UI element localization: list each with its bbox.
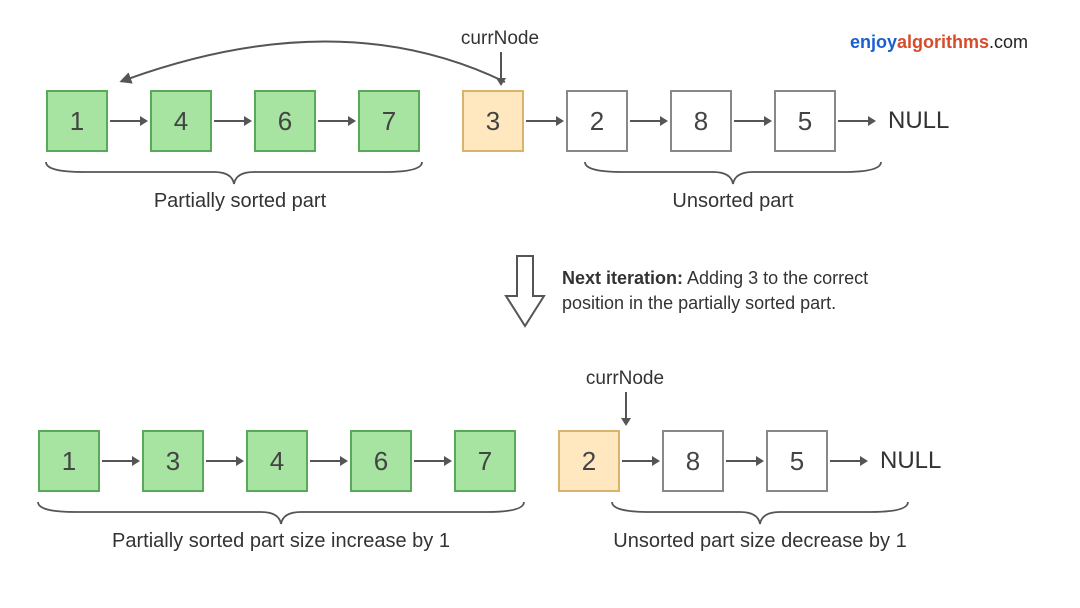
list-node: 8 [662, 430, 724, 492]
link-arrow-icon [416, 460, 450, 462]
list-node: 8 [670, 90, 732, 152]
list-node: 7 [454, 430, 516, 492]
list-node: 4 [150, 90, 212, 152]
link-arrow-icon [112, 120, 146, 122]
list-node: 4 [246, 430, 308, 492]
brace-icon [583, 160, 883, 190]
null-terminator: NULL [888, 107, 949, 135]
link-arrow-icon [832, 460, 866, 462]
list-node: 3 [142, 430, 204, 492]
list-node: 6 [350, 430, 412, 492]
logo-part-2: algorithms [897, 32, 989, 52]
link-arrow-icon [632, 120, 666, 122]
list-node-current: 3 [462, 90, 524, 152]
brace-icon [44, 160, 424, 190]
logo-part-1: enjoy [850, 32, 897, 52]
unsorted-part-label: Unsorted part size decrease by 1 [610, 530, 910, 553]
link-arrow-icon [840, 120, 874, 122]
brace-icon [36, 500, 526, 530]
down-arrow-icon [619, 392, 633, 428]
brace-icon [610, 500, 910, 530]
list-node: 6 [254, 90, 316, 152]
link-arrow-icon [104, 460, 138, 462]
list-node: 1 [46, 90, 108, 152]
curr-node-label: currNode [450, 28, 550, 50]
linked-list-row-1: 1 4 6 7 3 2 8 5 NULL [46, 90, 949, 152]
list-node-current: 2 [558, 430, 620, 492]
down-arrow-icon [494, 52, 508, 88]
link-arrow-icon [208, 460, 242, 462]
curr-node-label: currNode [575, 368, 675, 390]
site-logo: enjoyalgorithms.com [850, 32, 1028, 53]
link-arrow-icon [216, 120, 250, 122]
list-node: 1 [38, 430, 100, 492]
link-arrow-icon [312, 460, 346, 462]
sorted-part-label: Partially sorted part size increase by 1 [36, 530, 526, 553]
transition-arrow-icon [504, 254, 546, 330]
link-arrow-icon [728, 460, 762, 462]
logo-part-3: .com [989, 32, 1028, 52]
link-arrow-icon [320, 120, 354, 122]
linked-list-row-2: 1 3 4 6 7 2 8 5 NULL [38, 430, 941, 492]
link-arrow-icon [736, 120, 770, 122]
iteration-description-bold: Next iteration: [562, 268, 683, 288]
list-node: 2 [566, 90, 628, 152]
list-node: 5 [774, 90, 836, 152]
list-node: 7 [358, 90, 420, 152]
null-terminator: NULL [880, 447, 941, 475]
list-node: 5 [766, 430, 828, 492]
iteration-description: Next iteration: Adding 3 to the correct … [562, 266, 922, 316]
link-arrow-icon [624, 460, 658, 462]
link-arrow-icon [528, 120, 562, 122]
unsorted-part-label: Unsorted part [583, 190, 883, 213]
sorted-part-label: Partially sorted part [50, 190, 430, 213]
